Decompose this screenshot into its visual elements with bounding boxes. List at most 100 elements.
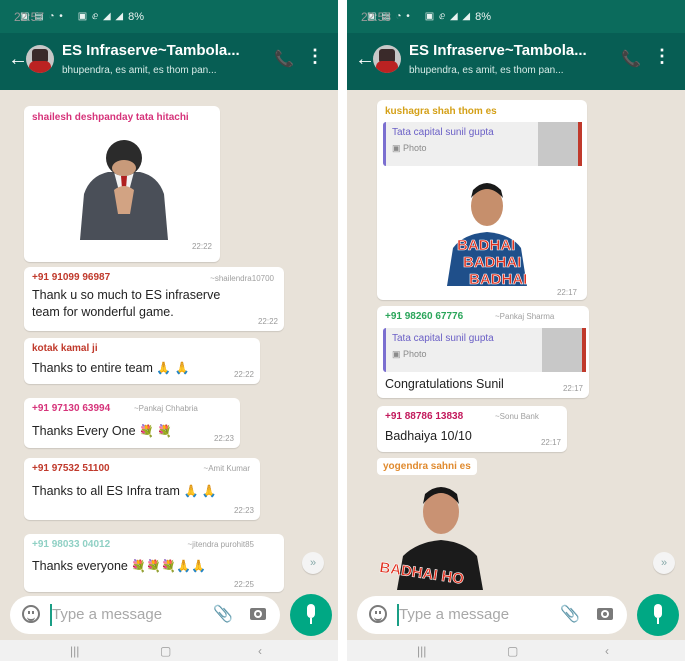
sender-tag: ~jitendra purohit85 (187, 540, 255, 549)
back-arrow-icon[interactable]: ← (355, 49, 375, 69)
back-nav-icon[interactable]: ‹ (258, 644, 262, 658)
chat-header: ← ES Infraserve~Tambola... bhupendra, es… (0, 33, 338, 90)
back-arrow-icon[interactable]: ← (8, 49, 28, 69)
message-text-line2: team for wonderful game. (32, 305, 174, 319)
recents-icon[interactable]: ||| (70, 644, 79, 658)
message-time: 22:17 (562, 384, 583, 393)
home-icon[interactable]: ▢ (507, 644, 518, 658)
home-icon[interactable]: ▢ (160, 644, 171, 658)
quoted-thumbnail (542, 328, 586, 372)
back-nav-icon[interactable]: ‹ (605, 644, 609, 658)
sticker-message[interactable]: yogendra sahni es BADHAI HO (377, 458, 493, 590)
camera-icon[interactable] (250, 608, 266, 620)
status-time: 22:58 (361, 9, 392, 24)
reply-message-bubble[interactable]: +91 98260 67776 ~Pankaj Sharma Tata capi… (377, 306, 589, 398)
message-list[interactable]: kushagra shah thom es Tata capital sunil… (347, 90, 685, 590)
signal-icons: ▣ ⅇ ◢ ◢ (424, 11, 472, 22)
sender-phone: +91 98033 04012 (32, 539, 111, 550)
right-phone-screen: 22:58 ▣ ▤ ◔ • ▣ ⅇ ◢ ◢ 8% ← ES Infraserve… (347, 0, 685, 661)
quoted-type: ▣ Photo (392, 143, 427, 154)
message-bubble[interactable]: +91 97532 51100 ~Amit Kumar Thanks to al… (24, 458, 260, 520)
chat-header: ← ES Infraserve~Tambola... bhupendra, es… (347, 33, 685, 90)
sender-phone: +91 97532 51100 (32, 463, 110, 474)
group-title[interactable]: ES Infraserve~Tambola... (409, 42, 587, 59)
sender-phone: +91 91099 96987 (32, 272, 111, 283)
message-input[interactable]: Type a message (52, 606, 162, 623)
group-members[interactable]: bhupendra, es amit, es thom pan... (62, 65, 217, 76)
sender-name: kushagra shah thom es (385, 106, 497, 117)
message-body: Thanks to all ES Infra tram (32, 484, 180, 498)
message-time: 22:22 (233, 370, 254, 379)
message-bubble[interactable]: kotak kamal ji Thanks to entire team 🙏 🙏… (24, 338, 260, 384)
quoted-sender: Tata capital sunil gupta (392, 333, 494, 344)
panel-divider (338, 0, 347, 661)
message-bubble[interactable]: +91 98033 04012 ~jitendra purohit85 Than… (24, 534, 284, 592)
scroll-down-icon[interactable]: » (653, 552, 675, 574)
system-nav-bar: ||| ▢ ‹ (347, 640, 685, 661)
message-input-bar[interactable]: Type a message 📎 (357, 596, 627, 634)
signal-icons: ▣ ⅇ ◢ ◢ (77, 11, 125, 22)
add-call-icon[interactable]: 📞 (274, 49, 294, 69)
group-avatar[interactable] (373, 45, 401, 73)
message-body: Thanks to entire team (32, 361, 153, 375)
recents-icon[interactable]: ||| (417, 644, 426, 658)
add-call-icon[interactable]: 📞 (621, 49, 641, 69)
group-members[interactable]: bhupendra, es amit, es thom pan... (409, 65, 564, 76)
sticker-text-1: BADHAI (457, 237, 515, 254)
emoji-icon[interactable] (22, 605, 40, 623)
attach-icon[interactable]: 📎 (560, 604, 580, 624)
message-time: 22:17 (556, 288, 577, 297)
message-list[interactable]: shailesh deshpanday tata hitachi 22:22 +… (0, 90, 338, 592)
sender-tag: ~Amit Kumar (203, 464, 250, 473)
message-text: Congratulations Sunil (385, 377, 504, 391)
flowers-icon: 💐 💐 (139, 424, 173, 438)
sticker-message[interactable]: shailesh deshpanday tata hitachi 22:22 (24, 106, 220, 262)
quoted-thumbnail (538, 122, 582, 166)
quoted-sender: Tata capital sunil gupta (392, 127, 494, 138)
camera-icon[interactable] (597, 608, 613, 620)
sender-phone: +91 88786 13838 (385, 411, 464, 422)
more-options-icon[interactable]: ⋮ (306, 47, 324, 65)
message-time: 22:25 (233, 580, 254, 589)
message-time: 22:22 (257, 317, 278, 326)
group-avatar[interactable] (26, 45, 54, 73)
namaste-sticker (80, 140, 168, 240)
status-time: 22:57 (14, 9, 45, 24)
attach-icon[interactable]: 📎 (213, 604, 233, 624)
more-options-icon[interactable]: ⋮ (653, 47, 671, 65)
message-text: Thanks to all ES Infra tram 🙏 🙏 (32, 483, 217, 500)
scroll-down-icon[interactable]: » (302, 552, 324, 574)
mic-button[interactable] (290, 594, 332, 636)
sticker-reply-message[interactable]: kushagra shah thom es Tata capital sunil… (377, 100, 587, 300)
group-title[interactable]: ES Infraserve~Tambola... (62, 42, 240, 59)
message-bubble[interactable]: +91 88786 13838 ~Sonu Bank Badhaiya 10/1… (377, 406, 567, 452)
sender-name: yogendra sahni es (377, 458, 477, 475)
message-text: Thanks everyone 💐💐💐🙏🙏 (32, 558, 206, 575)
message-time: 22:23 (213, 434, 234, 443)
message-bubble[interactable]: +91 91099 96987 ~shailendra10700 Thank u… (24, 267, 284, 331)
sender-tag: ~Pankaj Sharma (495, 312, 555, 321)
emoji-icon[interactable] (369, 605, 387, 623)
sticker-text-2: BADHAI (463, 254, 521, 271)
message-body: Thanks everyone (32, 559, 128, 573)
message-input[interactable]: Type a message (399, 606, 509, 623)
mic-button[interactable] (637, 594, 679, 636)
quoted-message[interactable]: Tata capital sunil gupta ▣ Photo (383, 122, 582, 166)
sender-tag: ~Sonu Bank (495, 412, 539, 421)
battery-level: 8% (475, 10, 492, 23)
message-text: Badhaiya 10/10 (385, 429, 472, 443)
flowers-and-hands-icon: 💐💐💐🙏🙏 (131, 559, 207, 573)
system-nav-bar: ||| ▢ ‹ (0, 640, 338, 661)
message-bubble[interactable]: +91 97130 63994 ~Pankaj Chhabria Thanks … (24, 398, 240, 448)
sender-name: shailesh deshpanday tata hitachi (32, 112, 189, 123)
quoted-type-label: Photo (403, 143, 427, 153)
badhai-ho-sticker: BADHAI HO (378, 487, 483, 590)
battery-level: 8% (128, 10, 145, 23)
quoted-message[interactable]: Tata capital sunil gupta ▣ Photo (383, 328, 586, 372)
mic-icon (307, 604, 315, 618)
left-phone-screen: 22:57 ▣ ▤ ◔ • ▣ ⅇ ◢ ◢ 8% ← ES Infraserve… (0, 0, 338, 661)
quoted-type-label: Photo (403, 349, 427, 359)
message-input-bar[interactable]: Type a message 📎 (10, 596, 280, 634)
quoted-type: ▣ Photo (392, 349, 427, 360)
status-bar: 22:57 ▣ ▤ ◔ • ▣ ⅇ ◢ ◢ 8% (0, 0, 338, 33)
